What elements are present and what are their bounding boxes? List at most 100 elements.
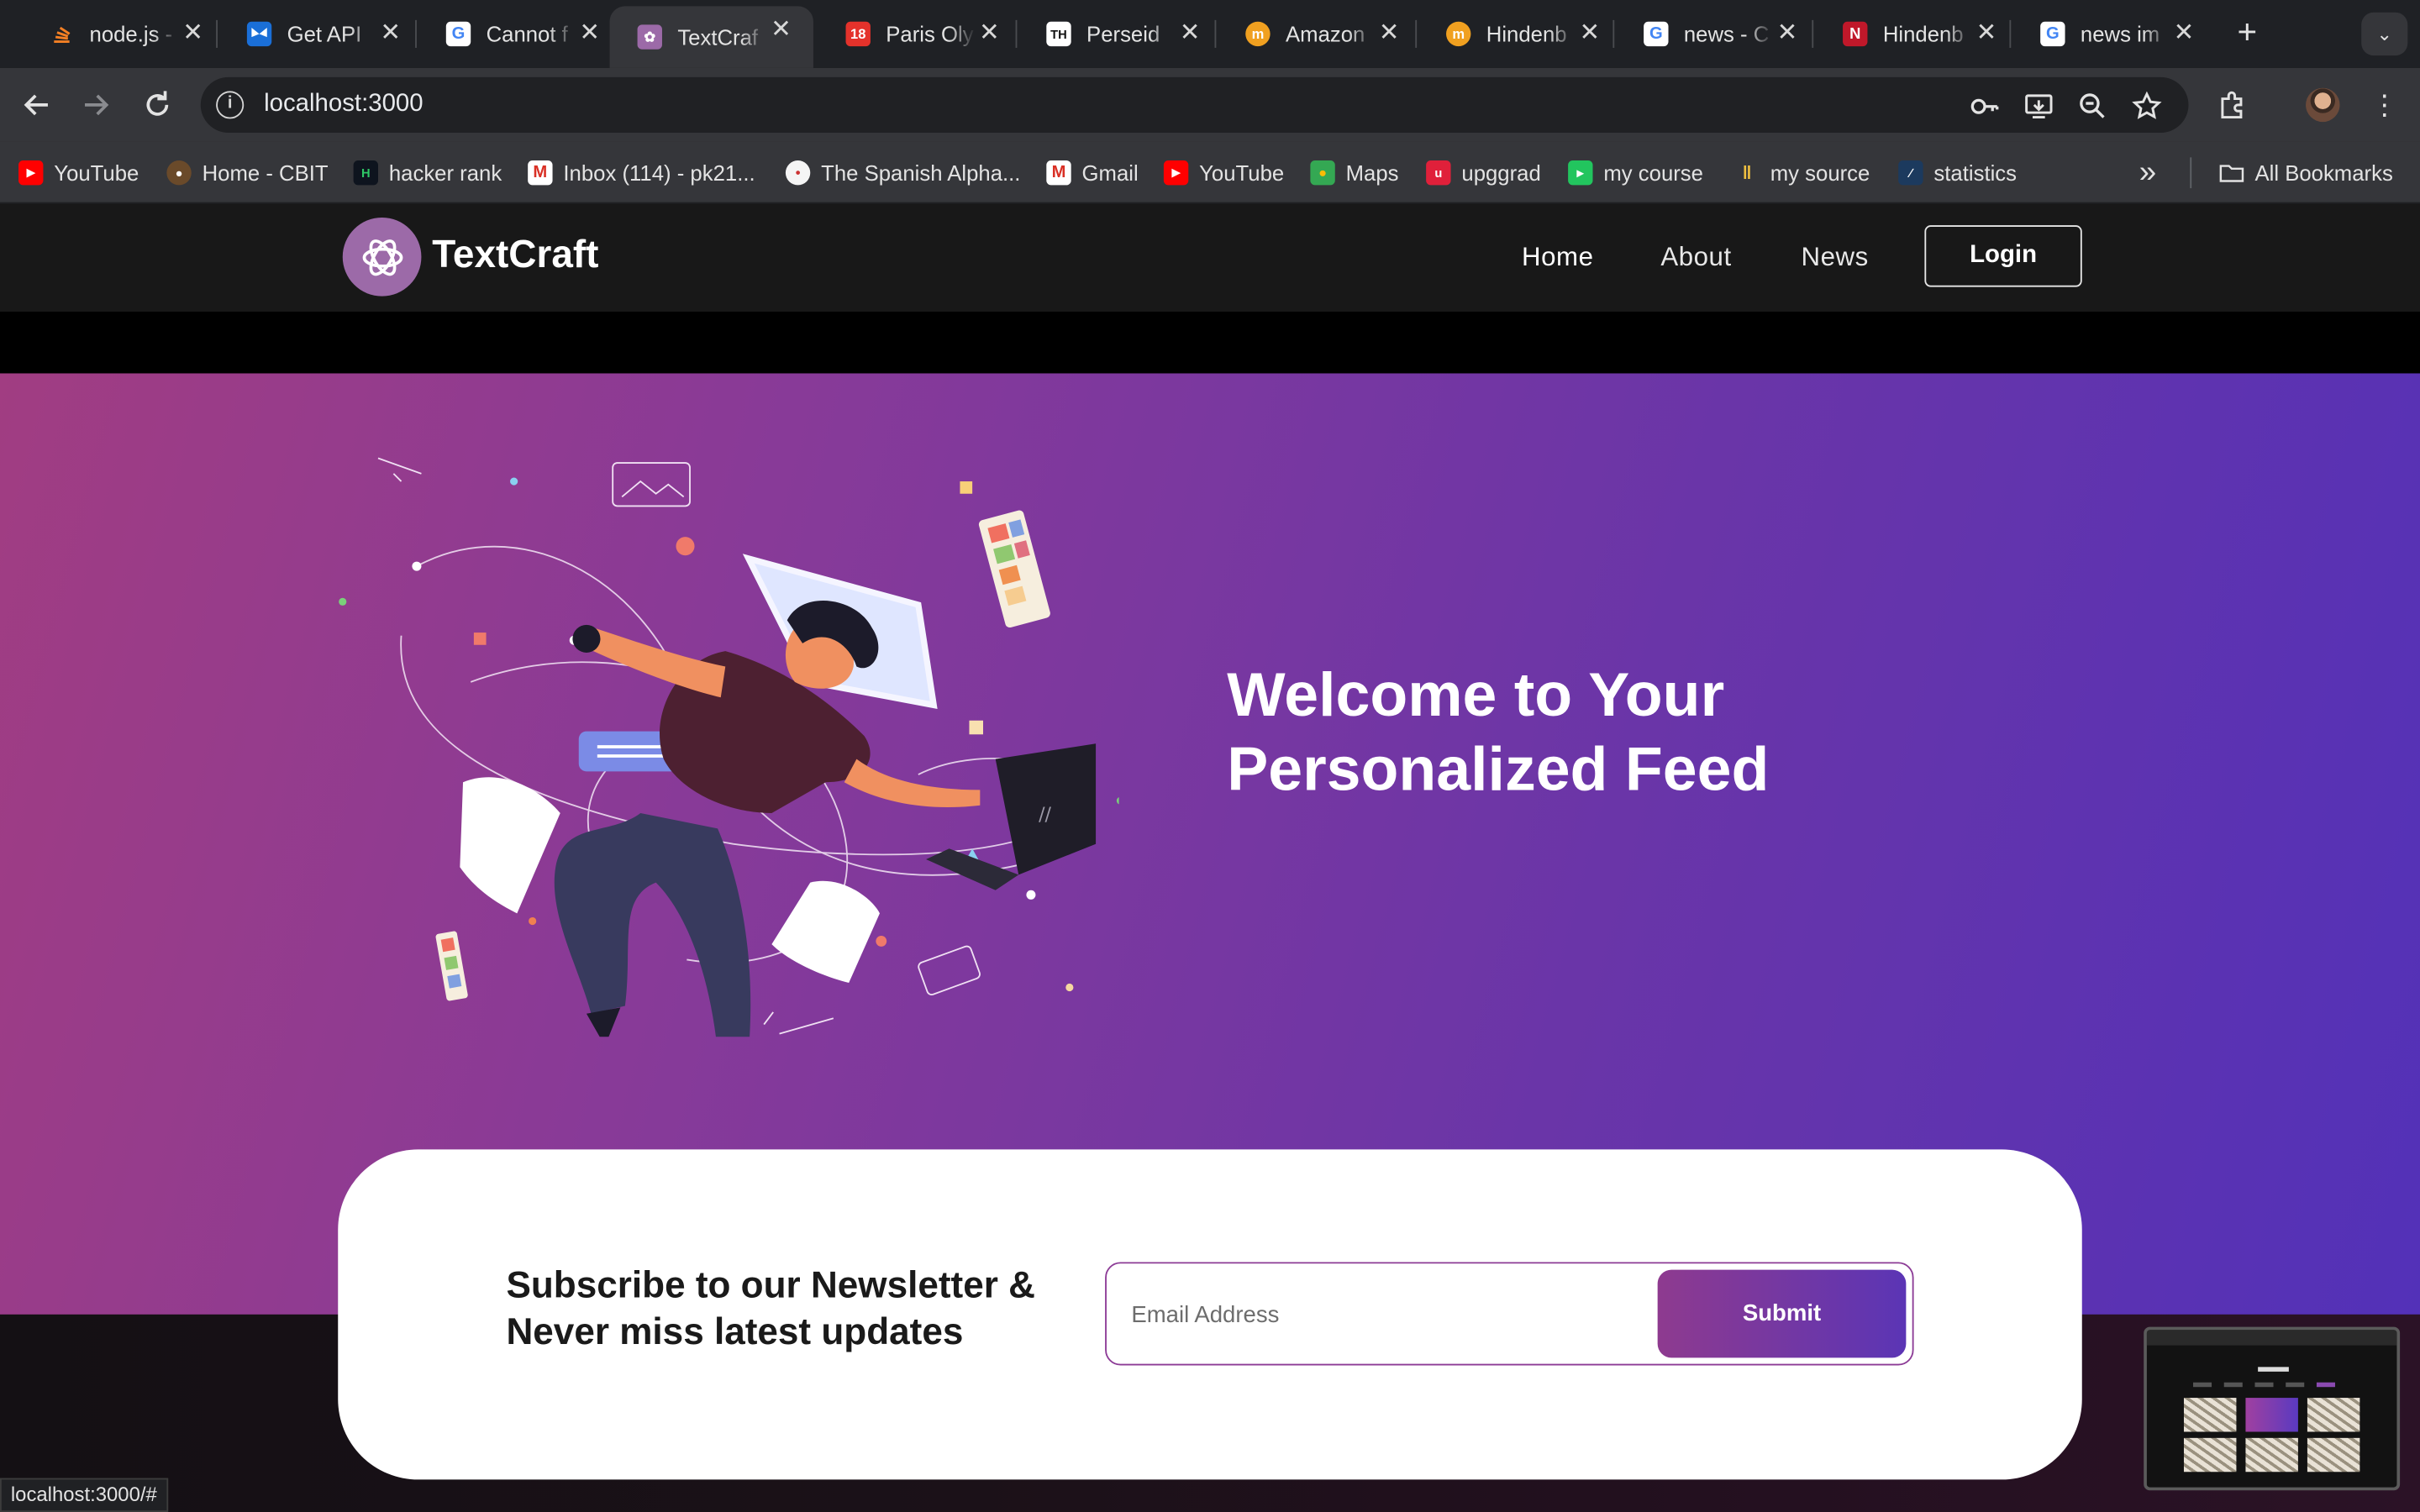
profile-avatar[interactable] xyxy=(2306,87,2340,123)
submit-button[interactable]: Submit xyxy=(1657,1269,1907,1358)
close-tab-icon[interactable]: ✕ xyxy=(767,17,795,45)
tab-separator xyxy=(1015,19,1018,48)
close-tab-icon[interactable]: ✕ xyxy=(179,20,207,48)
bookmark-label: The Spanish Alpha... xyxy=(821,160,1021,186)
back-button[interactable] xyxy=(18,87,55,123)
close-tab-icon[interactable]: ✕ xyxy=(576,20,603,48)
bookmark-label: statistics xyxy=(1933,160,2018,186)
bookmark-item[interactable]: ● Maps xyxy=(1310,157,1399,188)
browser-tab[interactable]: m Hindenb ✕ xyxy=(1424,9,1622,59)
bookmarks-bar: ▶ YouTube ● Home - CBIT Hhacker rank M Inbox (… xyxy=(0,141,2420,204)
screen-recording-preview[interactable] xyxy=(2144,1326,2401,1491)
bookmark-item[interactable]: ► my course xyxy=(1568,157,1703,188)
tab-separator xyxy=(1214,19,1217,48)
login-button[interactable]: Login xyxy=(1924,225,2082,287)
brand-name[interactable]: TextCraft xyxy=(432,233,598,277)
more-bookmarks-chevron-icon[interactable]: » xyxy=(2139,155,2156,189)
new-tab-button[interactable]: + xyxy=(2228,14,2265,52)
zoom-icon[interactable] xyxy=(2077,91,2108,122)
hero-title: Welcome to Your Personalized Feed xyxy=(1227,661,1770,804)
close-tab-icon[interactable]: ✕ xyxy=(2170,20,2197,48)
bookmark-label: Home - CBIT xyxy=(202,160,329,186)
bookmark-item[interactable]: • The Spanish Alpha... xyxy=(785,157,1021,188)
close-tab-icon[interactable]: ✕ xyxy=(976,20,1003,48)
bookmark-item[interactable]: ▶ YouTube xyxy=(18,157,139,188)
ndtv-icon: N xyxy=(1843,21,1868,47)
browser-tab[interactable]: N Hindenb ✕ xyxy=(1821,9,2018,59)
youtube-icon: ▶ xyxy=(1163,160,1189,186)
hackerrank-icon: H xyxy=(353,160,379,186)
close-tab-icon[interactable]: ✕ xyxy=(1972,20,2000,48)
bookmark-label: YouTube xyxy=(1199,160,1285,186)
all-bookmarks-label: All Bookmarks xyxy=(2254,160,2393,186)
stack-icon xyxy=(50,22,74,46)
preview-heading xyxy=(2258,1367,2289,1372)
close-tab-icon[interactable]: ✕ xyxy=(1576,20,1603,48)
bookmark-item[interactable]: u upggrad xyxy=(1426,157,1541,188)
tab-title: TextCraf xyxy=(677,24,759,50)
all-bookmarks-folder[interactable]: All Bookmarks xyxy=(2219,157,2393,188)
openai-icon: ✿ xyxy=(637,24,662,50)
tab-search-chevron-icon[interactable]: ⌄ xyxy=(2361,12,2408,56)
stats-icon: ∕ xyxy=(1898,160,1923,186)
forward-button[interactable] xyxy=(77,87,114,123)
gmail-icon: M xyxy=(528,160,553,186)
newsletter-title: Subscribe to our Newsletter & Never miss… xyxy=(506,1265,1035,1353)
tab-separator xyxy=(216,19,218,48)
back-arrow-icon xyxy=(24,94,48,116)
close-tab-icon[interactable]: ✕ xyxy=(1773,20,1801,48)
google-icon: G xyxy=(1644,21,1669,47)
bookmarks-divider xyxy=(2190,157,2192,189)
preview-pill xyxy=(2286,1382,2305,1388)
bookmark-item[interactable]: Hhacker rank xyxy=(353,157,502,188)
browser-tab[interactable]: ✿ TextCraf ✕ xyxy=(609,6,813,68)
browser-tab[interactable]: G Cannot f ✕ xyxy=(424,9,622,59)
bookmark-item[interactable]: M Inbox (114) - pk21... xyxy=(528,157,755,188)
tab-title: news - C xyxy=(1683,21,1770,47)
site-info-icon[interactable]: i xyxy=(216,91,245,119)
browser-tab[interactable]: node.js - ✕ xyxy=(28,9,225,59)
preview-card xyxy=(2183,1437,2237,1473)
install-app-icon[interactable] xyxy=(2023,91,2054,122)
bookmark-item[interactable]: M Gmail xyxy=(1046,157,1139,188)
address-url[interactable]: localhost:3000 xyxy=(264,91,424,118)
brand-logo[interactable] xyxy=(342,217,422,297)
browser-tab[interactable]: Gnews im ✕ xyxy=(2018,9,2216,59)
youtube-icon: ▶ xyxy=(18,160,44,186)
browser-tab[interactable]: 18 Paris Oly ✕ xyxy=(824,9,1022,59)
nav-home-link[interactable]: Home xyxy=(1522,242,1594,273)
nav-about-link[interactable]: About xyxy=(1660,242,1731,273)
close-tab-icon[interactable]: ✕ xyxy=(1376,20,1403,48)
browser-tab[interactable]: TH Perseid ✕ xyxy=(1025,9,1223,59)
bookmark-star-icon[interactable] xyxy=(2132,91,2163,122)
password-key-icon[interactable] xyxy=(1970,91,2001,122)
tab-title: Hindenb xyxy=(1486,21,1567,47)
reload-icon xyxy=(146,91,169,116)
preview-card xyxy=(2307,1398,2360,1432)
email-input[interactable] xyxy=(1131,1297,1626,1332)
bookmark-item[interactable]: ▶ YouTube xyxy=(1163,157,1285,188)
maps-icon: ● xyxy=(1310,160,1335,186)
bookmark-item[interactable]: ‖ my source xyxy=(1734,157,1870,188)
close-tab-icon[interactable]: ✕ xyxy=(376,20,404,48)
nav-news-link[interactable]: News xyxy=(1801,242,1868,273)
tab-title: Hindenb xyxy=(1882,21,1964,47)
close-tab-icon[interactable]: ✕ xyxy=(1176,20,1204,48)
google-icon: G xyxy=(2040,21,2065,47)
browser-tab[interactable]: m Amazon ✕ xyxy=(1224,9,1422,59)
forward-arrow-icon xyxy=(85,94,109,116)
tab-separator xyxy=(415,19,417,48)
bookmark-item[interactable]: ● Home - CBIT xyxy=(166,157,329,188)
browser-tab[interactable]: Gnews - C ✕ xyxy=(1622,9,1819,59)
tab-strip: node.js - ✕ Get API ✕ G Cannot f ✕ ✿ TextCraf ✕ 18… xyxy=(0,0,2420,68)
browser-menu-icon[interactable]: ⋮ xyxy=(2370,87,2398,123)
bookmark-label: Inbox (114) - pk21... xyxy=(563,160,755,186)
extensions-puzzle-icon[interactable] xyxy=(2217,88,2250,122)
browser-tab[interactable]: Get API ✕ xyxy=(225,9,423,59)
preview-pill xyxy=(2223,1382,2243,1388)
bookmark-label: my course xyxy=(1603,160,1703,186)
address-bar[interactable]: i localhost:3000 xyxy=(200,76,2189,133)
bookmark-item[interactable]: ∕ statistics xyxy=(1898,157,2017,188)
tab-title: Get API xyxy=(287,21,362,47)
reload-button[interactable] xyxy=(139,87,176,123)
